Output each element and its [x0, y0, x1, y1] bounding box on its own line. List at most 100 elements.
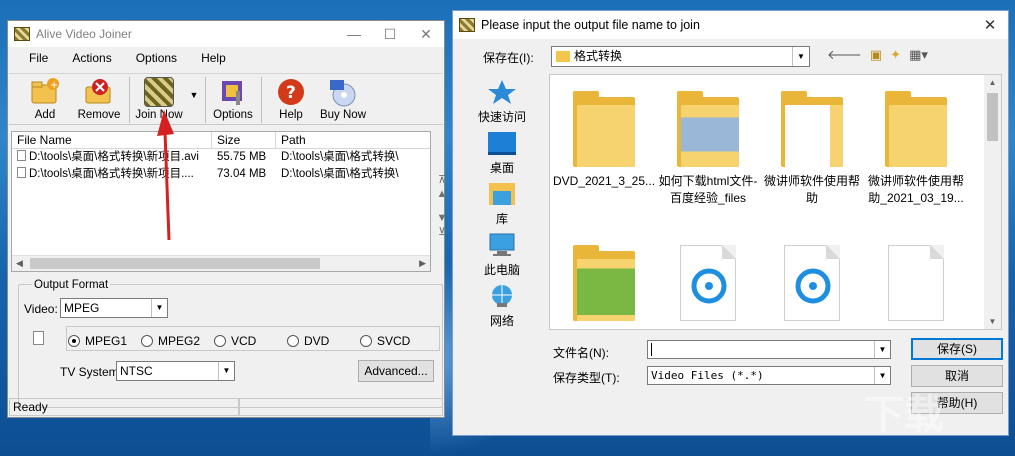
video-format-select[interactable]: MPEG ▼: [60, 298, 168, 318]
minimize-button[interactable]: —: [336, 26, 372, 43]
menu-help[interactable]: Help: [193, 51, 234, 71]
radio-mpeg1[interactable]: MPEG1: [68, 334, 127, 348]
file-size-cell: 73.04 MB: [217, 168, 267, 180]
radio-label: SVCD: [377, 334, 411, 348]
move-top-icon[interactable]: ⊼: [436, 174, 448, 186]
menu-actions[interactable]: Actions: [64, 51, 119, 71]
column-path[interactable]: Path: [276, 132, 430, 148]
chevron-down-icon[interactable]: ▼: [151, 299, 167, 317]
video-format-value: MPEG: [64, 301, 100, 315]
table-row[interactable]: D:\tools\桌面\格式转换\新项目.... 73.04 MB D:\too…: [12, 166, 430, 183]
dialog-close-button[interactable]: ✕: [972, 16, 1008, 34]
radio-dot-icon: [68, 335, 80, 347]
remove-button[interactable]: Remove: [73, 77, 125, 121]
look-in-select[interactable]: 格式转换 ▼: [551, 46, 810, 67]
video-file-icon: [784, 245, 840, 321]
tv-system-label: TV System:: [60, 365, 123, 379]
scroll-right-icon[interactable]: ▶: [419, 258, 426, 269]
advanced-button[interactable]: Advanced...: [358, 360, 434, 382]
list-item[interactable]: DVD_2021_3_25...: [552, 91, 656, 190]
view-menu-icon[interactable]: ▦▾: [909, 47, 928, 63]
scroll-thumb[interactable]: [987, 93, 998, 141]
window-title: Alive Video Joiner: [36, 27, 132, 41]
move-down-icon[interactable]: ▼: [436, 212, 448, 224]
options-tools-icon: [218, 77, 248, 107]
radio-vcd[interactable]: VCD: [214, 334, 256, 348]
output-format-label: Output Format: [32, 279, 111, 291]
file-list-header: File Name Size Path: [12, 132, 430, 149]
join-dropdown-arrow[interactable]: ▼: [187, 90, 201, 100]
folder-icon: [677, 91, 739, 167]
list-item[interactable]: 微讲师软件使用帮助: [760, 91, 864, 207]
tv-system-select[interactable]: NTSC ▼: [116, 361, 235, 381]
scroll-thumb[interactable]: [30, 258, 320, 269]
svg-text:下载: 下载: [864, 392, 944, 438]
add-button[interactable]: + Add: [19, 77, 71, 121]
menu-options[interactable]: Options: [128, 51, 185, 71]
scroll-left-icon[interactable]: ◀: [16, 258, 23, 269]
chevron-down-icon[interactable]: ▼: [792, 47, 809, 66]
maximize-button[interactable]: ☐: [372, 26, 408, 43]
place-this-pc[interactable]: 此电脑: [467, 232, 537, 278]
list-item[interactable]: 微讲师软件使用帮助_2021_03_19...: [864, 91, 968, 207]
save-button[interactable]: 保存(S): [911, 338, 1003, 360]
options-button[interactable]: Options: [211, 77, 255, 121]
look-in-label: 保存在(I):: [483, 51, 534, 65]
folder-icon: [556, 51, 570, 62]
dialog-title-bar[interactable]: Please input the output file name to joi…: [453, 11, 1008, 39]
file-path-cell: D:\tools\桌面\格式转换\: [281, 168, 399, 180]
chevron-down-icon[interactable]: ▼: [874, 367, 890, 384]
reorder-controls: ⊼ ▲ ▼ ⊻: [436, 174, 448, 238]
filename-input[interactable]: ▼: [647, 340, 891, 359]
column-size[interactable]: Size: [212, 132, 276, 148]
move-bottom-icon[interactable]: ⊻: [436, 226, 448, 238]
annotation-arrow: [157, 110, 174, 241]
radio-label: MPEG2: [158, 334, 201, 348]
buy-disc-icon: [328, 77, 358, 107]
vertical-scrollbar[interactable]: ▲ ▼: [984, 75, 1001, 329]
list-item[interactable]: [760, 245, 864, 327]
toolbar-separator: [129, 77, 130, 123]
file-path-cell: D:\tools\桌面\格式转换\: [281, 151, 399, 163]
place-desktop[interactable]: 桌面: [467, 130, 537, 176]
radio-dvd[interactable]: DVD: [287, 334, 329, 348]
title-bar[interactable]: Alive Video Joiner — ☐ ✕: [8, 21, 444, 47]
menu-bar: File Actions Options Help: [9, 51, 234, 71]
app-icon: [459, 18, 475, 32]
list-item[interactable]: [552, 245, 656, 327]
place-libraries[interactable]: 库: [467, 181, 537, 227]
radio-svcd[interactable]: SVCD: [360, 334, 410, 348]
watermark-logo: 下载: [864, 392, 944, 438]
place-network[interactable]: 网络: [467, 283, 537, 329]
chevron-down-icon[interactable]: ▼: [218, 362, 234, 380]
file-view[interactable]: DVD_2021_3_25... 如何下载html文件-百度经验_files 微…: [549, 74, 1002, 330]
close-button[interactable]: ✕: [408, 26, 444, 43]
horizontal-scrollbar[interactable]: ◀ ▶: [12, 255, 430, 271]
star-icon: [487, 79, 517, 105]
toolbar-separator: [261, 77, 262, 123]
file-list[interactable]: File Name Size Path D:\tools\桌面\格式转换\新项目…: [11, 131, 431, 272]
filetype-select[interactable]: Video Files (*.*) ▼: [647, 366, 891, 385]
place-quick-access[interactable]: 快速访问: [467, 79, 537, 125]
status-text: Ready: [9, 398, 239, 416]
place-label: 快速访问: [477, 110, 526, 124]
list-item[interactable]: 如何下载html文件-百度经验_files: [656, 91, 760, 207]
up-folder-icon[interactable]: ▣: [870, 47, 882, 63]
chevron-down-icon[interactable]: ▼: [874, 341, 890, 358]
buy-now-button[interactable]: Buy Now: [317, 77, 369, 121]
status-bar: Ready: [9, 398, 443, 416]
scroll-up-icon[interactable]: ▲: [984, 78, 1001, 87]
help-button[interactable]: ? Help: [269, 77, 313, 121]
svg-text:?: ?: [286, 83, 296, 103]
radio-mpeg2[interactable]: MPEG2: [141, 334, 200, 348]
back-arrow-icon[interactable]: 🡐: [827, 47, 862, 63]
scroll-down-icon[interactable]: ▼: [984, 317, 1001, 326]
menu-file[interactable]: File: [21, 51, 56, 71]
item-label: 微讲师软件使用帮助: [763, 174, 860, 205]
table-row[interactable]: D:\tools\桌面\格式转换\新项目.avi 55.75 MB D:\too…: [12, 149, 430, 166]
list-item[interactable]: [864, 245, 968, 327]
new-folder-icon[interactable]: ✦: [890, 47, 901, 63]
move-up-icon[interactable]: ▲: [436, 188, 448, 200]
place-label: 库: [495, 212, 508, 226]
list-item[interactable]: [656, 245, 760, 327]
